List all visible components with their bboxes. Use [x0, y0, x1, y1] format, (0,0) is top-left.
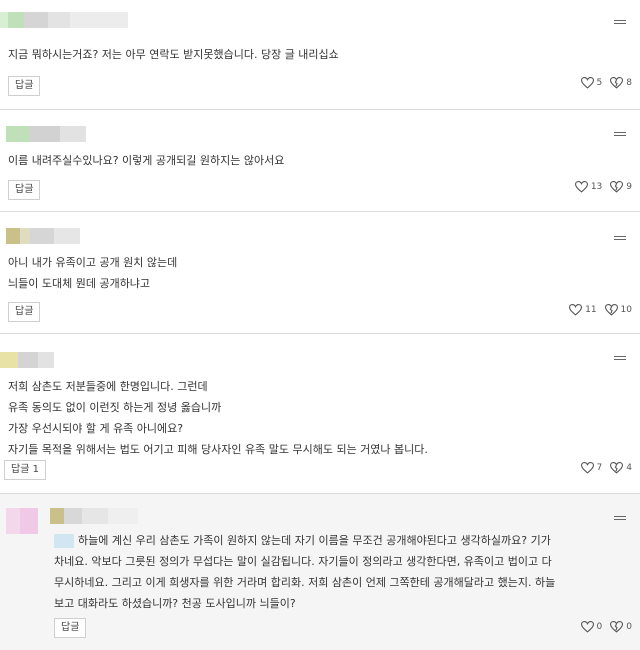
vote-group: 5 8 — [573, 77, 632, 89]
like-button[interactable]: 13 — [574, 181, 603, 193]
heart-icon — [574, 181, 588, 193]
like-button[interactable]: 7 — [580, 462, 603, 474]
broken-heart-icon — [604, 304, 618, 316]
reply-button[interactable]: 답글 — [54, 618, 87, 638]
blurred-username — [0, 352, 54, 368]
dislike-button[interactable]: 4 — [610, 462, 632, 474]
more-options-icon[interactable] — [614, 356, 626, 362]
more-options-icon[interactable] — [614, 20, 626, 26]
dislike-count: 0 — [626, 622, 632, 632]
blurred-avatar — [6, 508, 38, 534]
reply-button[interactable]: 답글 — [8, 76, 41, 96]
dislike-button[interactable]: 8 — [610, 77, 632, 89]
vote-group: 0 0 — [573, 621, 632, 633]
heart-icon — [580, 462, 594, 474]
blurred-username — [0, 12, 128, 28]
dislike-button[interactable]: 0 — [610, 621, 632, 633]
comment-item: 저희 삼촌도 저분들중에 한명입니다. 그런데 유족 동의도 없이 이런짓 하는… — [0, 334, 640, 494]
dislike-button[interactable]: 9 — [610, 181, 632, 193]
comment-text: 이름 내려주실수있나요? 이렇게 공개되길 원하지는 않아서요 — [8, 154, 285, 167]
blurred-username — [50, 508, 138, 524]
dislike-count: 10 — [620, 305, 632, 315]
like-button[interactable]: 11 — [569, 304, 597, 316]
heart-icon — [569, 304, 583, 316]
comment-text: 아니 내가 유족이고 공개 원치 않는데 늬들이 도대체 뭔데 공개하냐고 — [8, 256, 178, 290]
broken-heart-icon — [610, 462, 624, 474]
heart-icon — [580, 77, 594, 89]
comment-item: 이름 내려주실수있나요? 이렇게 공개되길 원하지는 않아서요 답글 13 9 — [0, 110, 640, 212]
broken-heart-icon — [610, 181, 624, 193]
like-button[interactable]: 5 — [580, 77, 603, 89]
like-count: 7 — [596, 463, 603, 473]
vote-group: 7 4 — [573, 462, 632, 474]
like-count: 13 — [590, 182, 603, 192]
broken-heart-icon — [610, 77, 624, 89]
reply-button[interactable]: 답글 1 — [4, 460, 46, 480]
dislike-count: 9 — [626, 182, 632, 192]
dislike-count: 4 — [626, 463, 632, 473]
blurred-username — [6, 228, 80, 244]
like-button[interactable]: 0 — [580, 621, 603, 633]
comment-text: 저희 삼촌도 저분들중에 한명입니다. 그런데 유족 동의도 없이 이런짓 하는… — [8, 380, 428, 456]
comment-text: 지금 뭐하시는거죠? 저는 아무 연락도 받지못했습니다. 당장 글 내리십쇼 — [8, 48, 339, 61]
heart-icon — [580, 621, 594, 633]
vote-group: 11 10 — [561, 304, 632, 316]
reply-comment-item: 하늘에 계신 우리 삼촌도 가족이 원하지 않는데 자기 이름을 무조건 공개해… — [0, 494, 640, 650]
reply-button[interactable]: 답글 — [8, 180, 41, 200]
dislike-button[interactable]: 10 — [604, 304, 632, 316]
more-options-icon[interactable] — [614, 516, 626, 522]
like-count: 5 — [596, 78, 603, 88]
blurred-username — [6, 126, 86, 142]
like-count: 11 — [585, 305, 597, 315]
vote-group: 13 9 — [567, 181, 632, 193]
like-count: 0 — [596, 622, 603, 632]
broken-heart-icon — [610, 621, 624, 633]
comment-item: 지금 뭐하시는거죠? 저는 아무 연락도 받지못했습니다. 당장 글 내리십쇼 … — [0, 0, 640, 110]
reply-button[interactable]: 답글 — [8, 302, 41, 322]
comment-text: 하늘에 계신 우리 삼촌도 가족이 원하지 않는데 자기 이름을 무조건 공개해… — [54, 534, 556, 610]
comment-item: 아니 내가 유족이고 공개 원치 않는데 늬들이 도대체 뭔데 공개하냐고 답글… — [0, 212, 640, 334]
more-options-icon[interactable] — [614, 236, 626, 242]
dislike-count: 8 — [626, 78, 632, 88]
more-options-icon[interactable] — [614, 132, 626, 138]
